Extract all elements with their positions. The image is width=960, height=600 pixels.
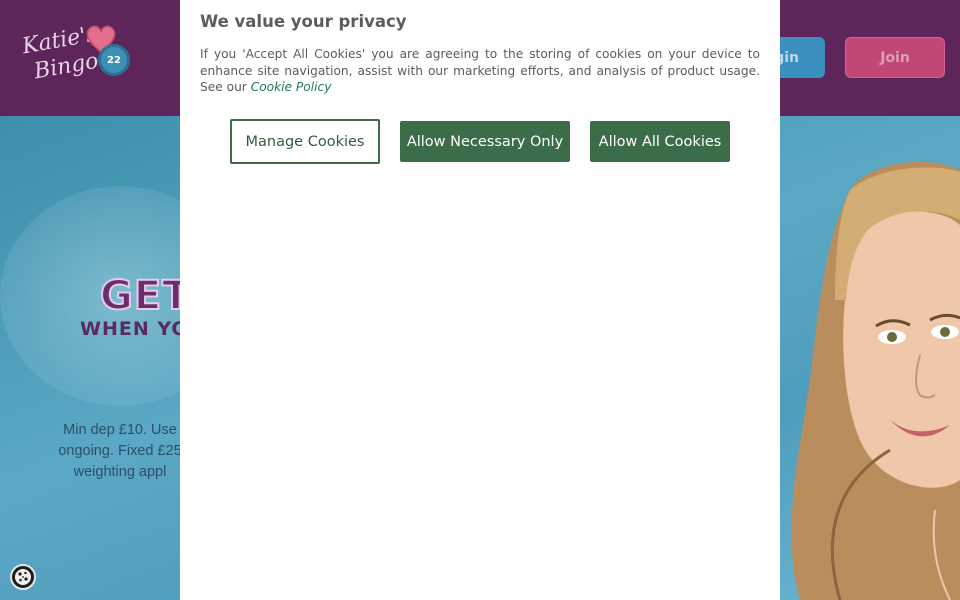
manage-cookies-button[interactable]: Manage Cookies [230, 119, 380, 164]
allow-all-cookies-button[interactable]: Allow All Cookies [590, 121, 730, 162]
bingo-ball-number: 22 [107, 54, 121, 66]
katies-bingo-logo[interactable]: Katie's Bingo 22 [18, 22, 138, 90]
modal-title: We value your privacy [200, 12, 407, 31]
hero-terms-line: weighting appl [73, 464, 167, 480]
hero-terms: Min dep £10. Use ongoing. Fixed £25 weig… [40, 420, 200, 483]
join-button-label: Join [880, 49, 910, 66]
hero-headline: GET [99, 272, 191, 320]
hero-terms-line: ongoing. Fixed £25 [58, 443, 182, 459]
cookie-policy-link[interactable]: Cookie Policy [251, 80, 332, 94]
bingo-ball-icon: 22 [98, 44, 130, 76]
cookie-icon [15, 569, 31, 585]
hero-terms-line: Min dep £10. Use [63, 422, 177, 438]
allow-necessary-button[interactable]: Allow Necessary Only [400, 121, 570, 162]
modal-body: If you 'Accept All Cookies' you are agre… [200, 46, 760, 96]
hostess-portrait-image [791, 161, 960, 600]
cookie-settings-button[interactable] [10, 564, 36, 590]
privacy-modal: We value your privacy If you 'Accept All… [180, 0, 780, 600]
join-button[interactable]: Join [845, 37, 945, 78]
